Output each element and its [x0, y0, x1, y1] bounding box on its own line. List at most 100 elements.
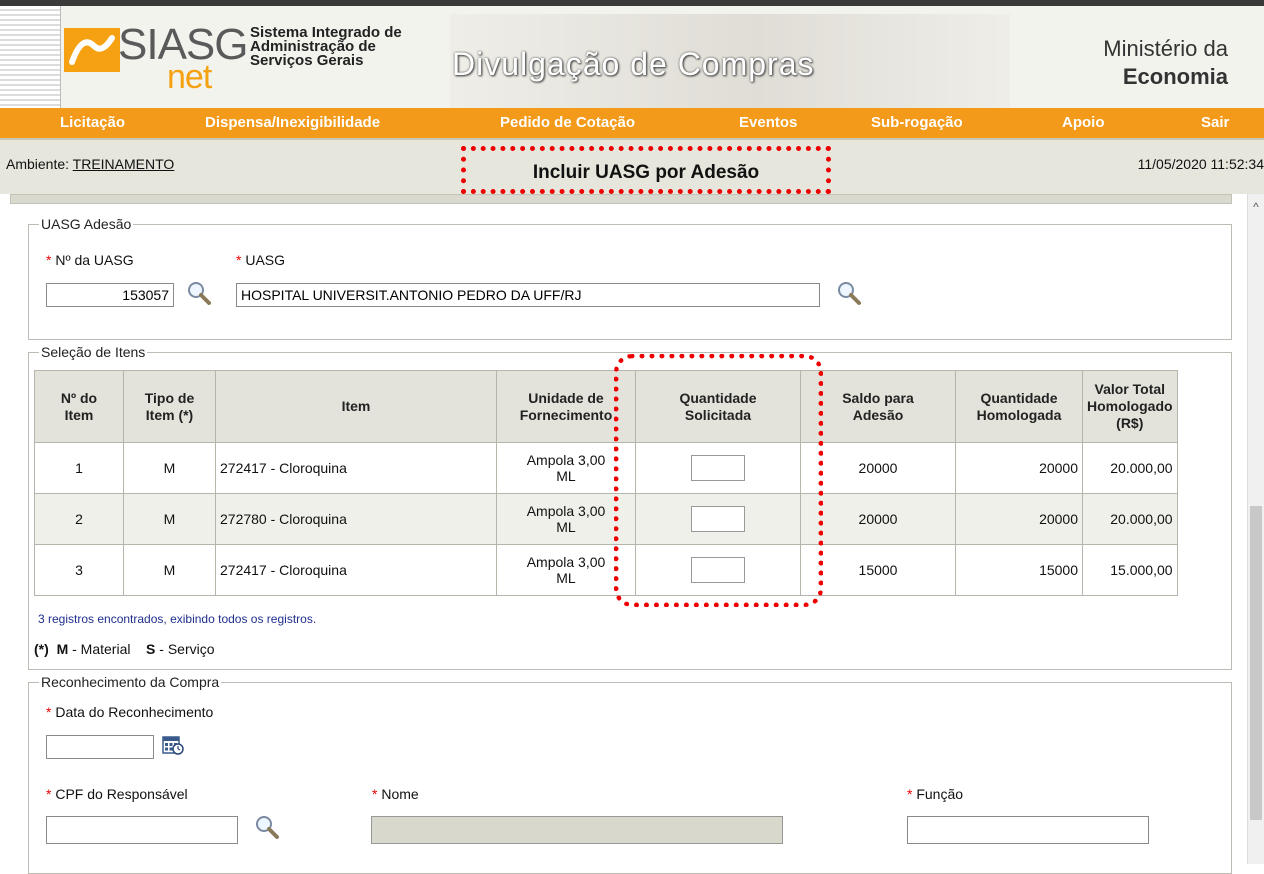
uasg-name-label-text: UASG: [245, 252, 286, 268]
system-description: Sistema Integrado de Administração de Se…: [250, 25, 402, 69]
search-cpf-icon[interactable]: [254, 814, 280, 840]
col-header-num: Nº do Item: [34, 370, 124, 443]
cell-tipo: M: [123, 493, 216, 545]
uasg-number-input[interactable]: [46, 283, 174, 307]
data-reconhecimento-input[interactable]: [46, 735, 154, 759]
scroll-up-arrow-icon[interactable]: ^: [1248, 200, 1264, 214]
table-header-row: Nº do Item Tipo de Item (*) Item Unidade d…: [34, 370, 1178, 443]
cpf-input[interactable]: [46, 816, 238, 844]
funcao-input[interactable]: [907, 816, 1149, 844]
siasg-logo-icon: [64, 28, 120, 72]
cell-num: 1: [34, 442, 124, 494]
uasg-name-input[interactable]: [236, 283, 820, 307]
search-uasg-name-icon[interactable]: [836, 280, 862, 306]
search-uasg-number-icon[interactable]: [186, 280, 212, 306]
cell-unidade-line2: ML: [556, 519, 576, 535]
col-header-num-line1: Nº do: [60, 389, 98, 406]
menu-item-licitacao[interactable]: Licitação: [60, 114, 125, 131]
col-header-tipo: Tipo de Item (*): [123, 370, 216, 443]
menu-item-apoio[interactable]: Apoio: [1062, 114, 1105, 131]
legend-m-code: M: [56, 641, 69, 657]
calendar-icon[interactable]: [162, 734, 184, 756]
item-type-legend: (*) M - Material S - Serviço: [34, 641, 215, 657]
table-row: 1 M 272417 - Cloroquina Ampola 3,00 ML 20…: [34, 442, 1178, 494]
required-marker: *: [46, 252, 56, 268]
cell-item: 272417 - Cloroquina: [215, 544, 497, 596]
logo-net-text: net: [167, 58, 212, 96]
cell-qtd-homologada: 15000: [955, 544, 1083, 596]
uasg-number-label: * Nº da UASG: [46, 252, 134, 268]
col-header-qhom-line1: Quantidade: [980, 389, 1058, 406]
cell-unidade-line2: ML: [556, 570, 576, 586]
col-header-saldo-line1: Saldo para: [842, 389, 914, 406]
cell-saldo: 15000: [800, 544, 956, 596]
required-marker: *: [236, 252, 246, 268]
uasg-name-label: * UASG: [236, 252, 285, 268]
environment-value-link[interactable]: TREINAMENTO: [73, 156, 175, 172]
cell-valor-total: 20.000,00: [1082, 493, 1178, 545]
col-header-saldo: Saldo para Adesão: [800, 370, 956, 443]
main-content: ^ UASG Adesão * Nº da UASG * UASG Seleçã…: [0, 194, 1264, 874]
cell-valor-total: 15.000,00: [1082, 544, 1178, 596]
environment-label-text: Ambiente:: [6, 156, 73, 172]
cpf-label-text: CPF do Responsável: [55, 786, 188, 802]
items-legend: Seleção de Itens: [41, 344, 146, 360]
site-header: SIASG net Sistema Integrado de Administr…: [0, 0, 1264, 108]
nome-label: * Nome: [372, 786, 419, 802]
data-reconhecimento-label-text: Data do Reconhecimento: [55, 704, 214, 720]
col-header-valor-line2: Homologado: [1087, 398, 1173, 414]
col-header-saldo-line2: Adesão: [852, 406, 904, 423]
cell-qtd-homologada: 20000: [955, 493, 1083, 545]
cell-unidade-line2: ML: [556, 468, 576, 484]
cell-qtd-homologada: 20000: [955, 442, 1083, 494]
col-header-item: Item: [215, 370, 497, 443]
col-header-tipo-line1: Tipo de: [144, 389, 195, 406]
content-top-strip: [10, 194, 1232, 204]
cell-saldo: 20000: [800, 493, 956, 545]
legend-m-text: - Material: [68, 641, 131, 657]
datetime: 11/05/2020 11:52:34: [1137, 156, 1264, 172]
table-row: 2 M 272780 - Cloroquina Ampola 3,00 ML 20…: [34, 493, 1178, 545]
cell-unidade-line1: Ampola 3,00: [526, 554, 606, 570]
page-title: Incluir UASG por Adesão: [532, 162, 760, 183]
ministry-line-2: Economia: [1122, 64, 1228, 89]
uasg-fieldset: UASG Adesão: [28, 216, 1232, 340]
cell-item: 272417 - Cloroquina: [215, 442, 497, 494]
main-menu: Licitação Dispensa/Inexigibilidade Pedid…: [0, 108, 1264, 138]
cell-tipo: M: [123, 442, 216, 494]
menu-item-dispensa[interactable]: Dispensa/Inexigibilidade: [205, 114, 380, 131]
required-marker: *: [907, 786, 917, 802]
legend-s-code: S: [146, 641, 156, 657]
quantity-column-highlight: [614, 354, 823, 607]
scroll-thumb[interactable]: [1250, 506, 1262, 820]
menu-item-sub-rogacao[interactable]: Sub-rogação: [871, 114, 963, 131]
nome-input: [371, 816, 783, 844]
required-marker: *: [46, 704, 56, 720]
menu-item-eventos[interactable]: Eventos: [739, 114, 797, 131]
table-row: 3 M 272417 - Cloroquina Ampola 3,00 ML 15…: [34, 544, 1178, 596]
vertical-scrollbar[interactable]: ^: [1247, 194, 1264, 864]
ministry-line-1: Ministério da: [1103, 36, 1228, 61]
environment-bar: Ambiente: TREINAMENTO Incluir UASG por A…: [0, 138, 1264, 196]
nome-label-text: Nome: [381, 786, 419, 802]
cell-valor-total: 20.000,00: [1082, 442, 1178, 494]
funcao-label: * Função: [907, 786, 963, 802]
funcao-label-text: Função: [916, 786, 964, 802]
menu-item-pedido-cotacao[interactable]: Pedido de Cotação: [500, 114, 635, 131]
col-header-valor-line1: Valor Total: [1094, 381, 1166, 397]
col-header-qhom-line2: Homologada: [976, 406, 1062, 423]
col-header-num-line2: Item: [64, 406, 94, 423]
required-marker: *: [46, 786, 56, 802]
cpf-label: * CPF do Responsável: [46, 786, 188, 802]
legend-s-text: - Serviço: [155, 641, 215, 657]
system-line-3: Serviços Gerais: [250, 52, 364, 69]
uasg-number-label-text: Nº da UASG: [55, 252, 134, 268]
data-reconhecimento-label: * Data do Reconhecimento: [46, 704, 213, 720]
cell-unidade-line1: Ampola 3,00: [526, 503, 606, 519]
menu-item-sair[interactable]: Sair: [1201, 114, 1229, 131]
uasg-legend: UASG Adesão: [41, 216, 132, 232]
reconhecimento-legend: Reconhecimento da Compra: [41, 674, 220, 690]
cell-saldo: 20000: [800, 442, 956, 494]
records-count-text: 3 registros encontrados, exibindo todos …: [38, 612, 317, 626]
cell-unidade-line1: Ampola 3,00: [526, 452, 606, 468]
